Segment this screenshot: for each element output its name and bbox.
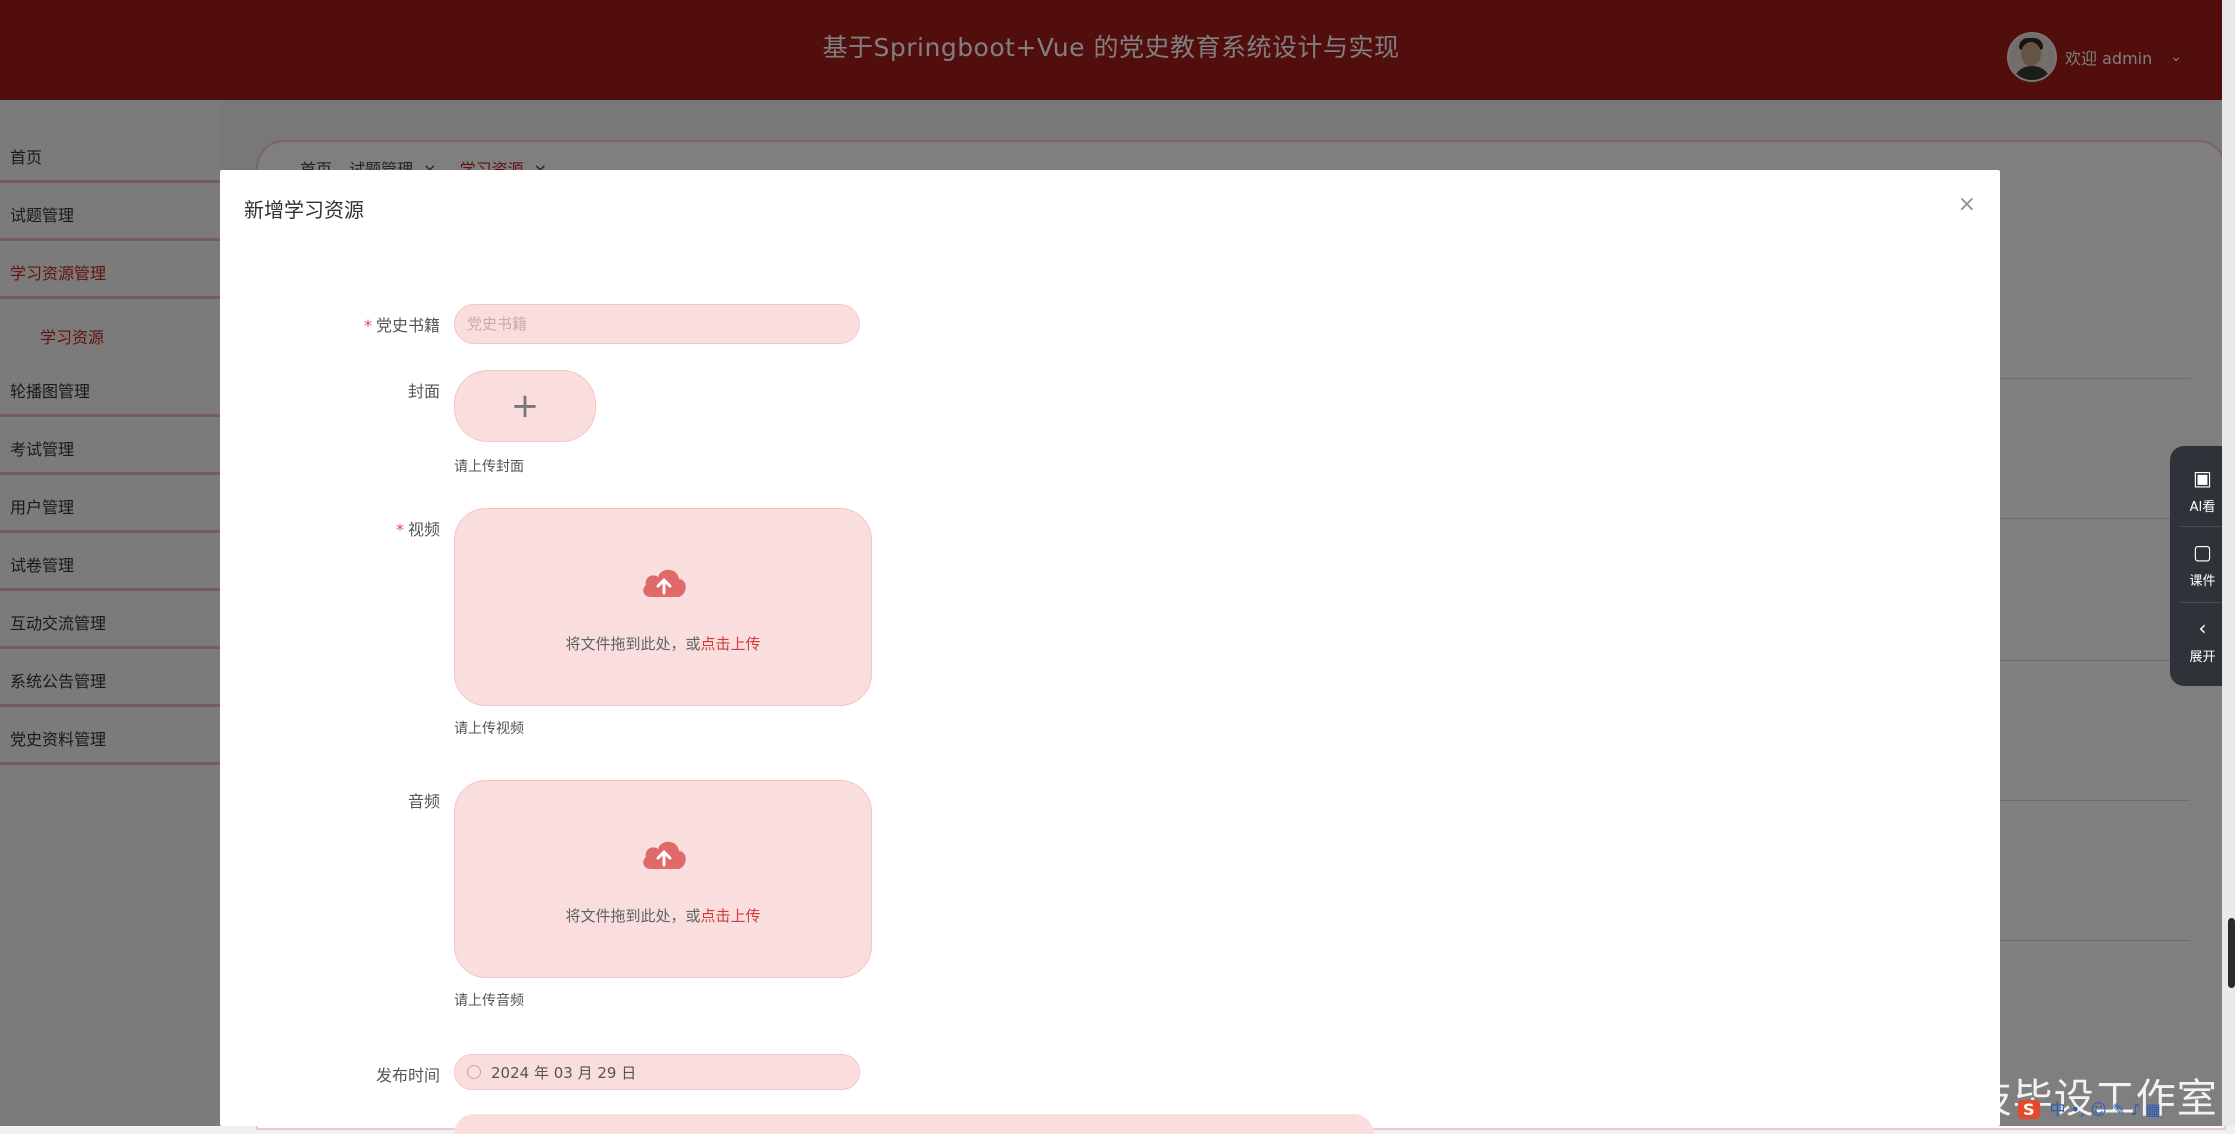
ime-mode: 中 [2049, 1100, 2066, 1119]
audio-tip: 请上传音频 [454, 993, 524, 1009]
book-label: * 党史书籍 [363, 316, 440, 335]
publish-date-picker[interactable]: 2024 年 03 月 29 日 [454, 1054, 860, 1090]
publish-time-label: 发布时间 [375, 1066, 440, 1085]
ime-tray[interactable]: S中 •, ☺ ✎ ♪ ▦ [2018, 1096, 2161, 1120]
add-resource-dialog: 新增学习资源 × *党史书籍 封面 + 请上传封面 *视频 将文件拖到此处，或点… [220, 170, 2000, 1134]
video-label: * 视频 [395, 520, 440, 539]
video-tip: 请上传视频 [454, 721, 524, 737]
video-drop-text: 将文件拖到此处，或点击上传 [565, 635, 761, 653]
audio-dropzone[interactable]: 将文件拖到此处，或点击上传 [454, 780, 872, 978]
dialog-title: 新增学习资源 [244, 198, 364, 222]
clock-icon [467, 1065, 481, 1079]
scrollbar-thumb[interactable] [2228, 918, 2235, 988]
close-icon[interactable]: × [1958, 192, 1976, 217]
tray-icons: •, ☺ ✎ ♪ ▦ [2070, 1100, 2161, 1119]
video-dropzone[interactable]: 将文件拖到此处，或点击上传 [454, 508, 872, 706]
plus-icon: + [510, 386, 540, 426]
next-field-input[interactable] [454, 1114, 1374, 1134]
audio-drop-text: 将文件拖到此处，或点击上传 [565, 907, 761, 925]
publish-date-value: 2024 年 03 月 29 日 [491, 1063, 637, 1082]
sogou-ime-icon: S [2018, 1100, 2040, 1119]
book-input[interactable] [454, 304, 860, 344]
cover-label: 封面 [407, 382, 440, 401]
cover-upload-button[interactable]: + [454, 370, 596, 442]
audio-upload-link[interactable]: 点击上传 [701, 907, 761, 925]
video-upload-link[interactable]: 点击上传 [701, 635, 761, 653]
upload-cloud-icon [643, 841, 686, 869]
cover-tip: 请上传封面 [454, 459, 524, 475]
upload-cloud-icon [643, 569, 686, 597]
audio-label: 音频 [407, 792, 440, 811]
